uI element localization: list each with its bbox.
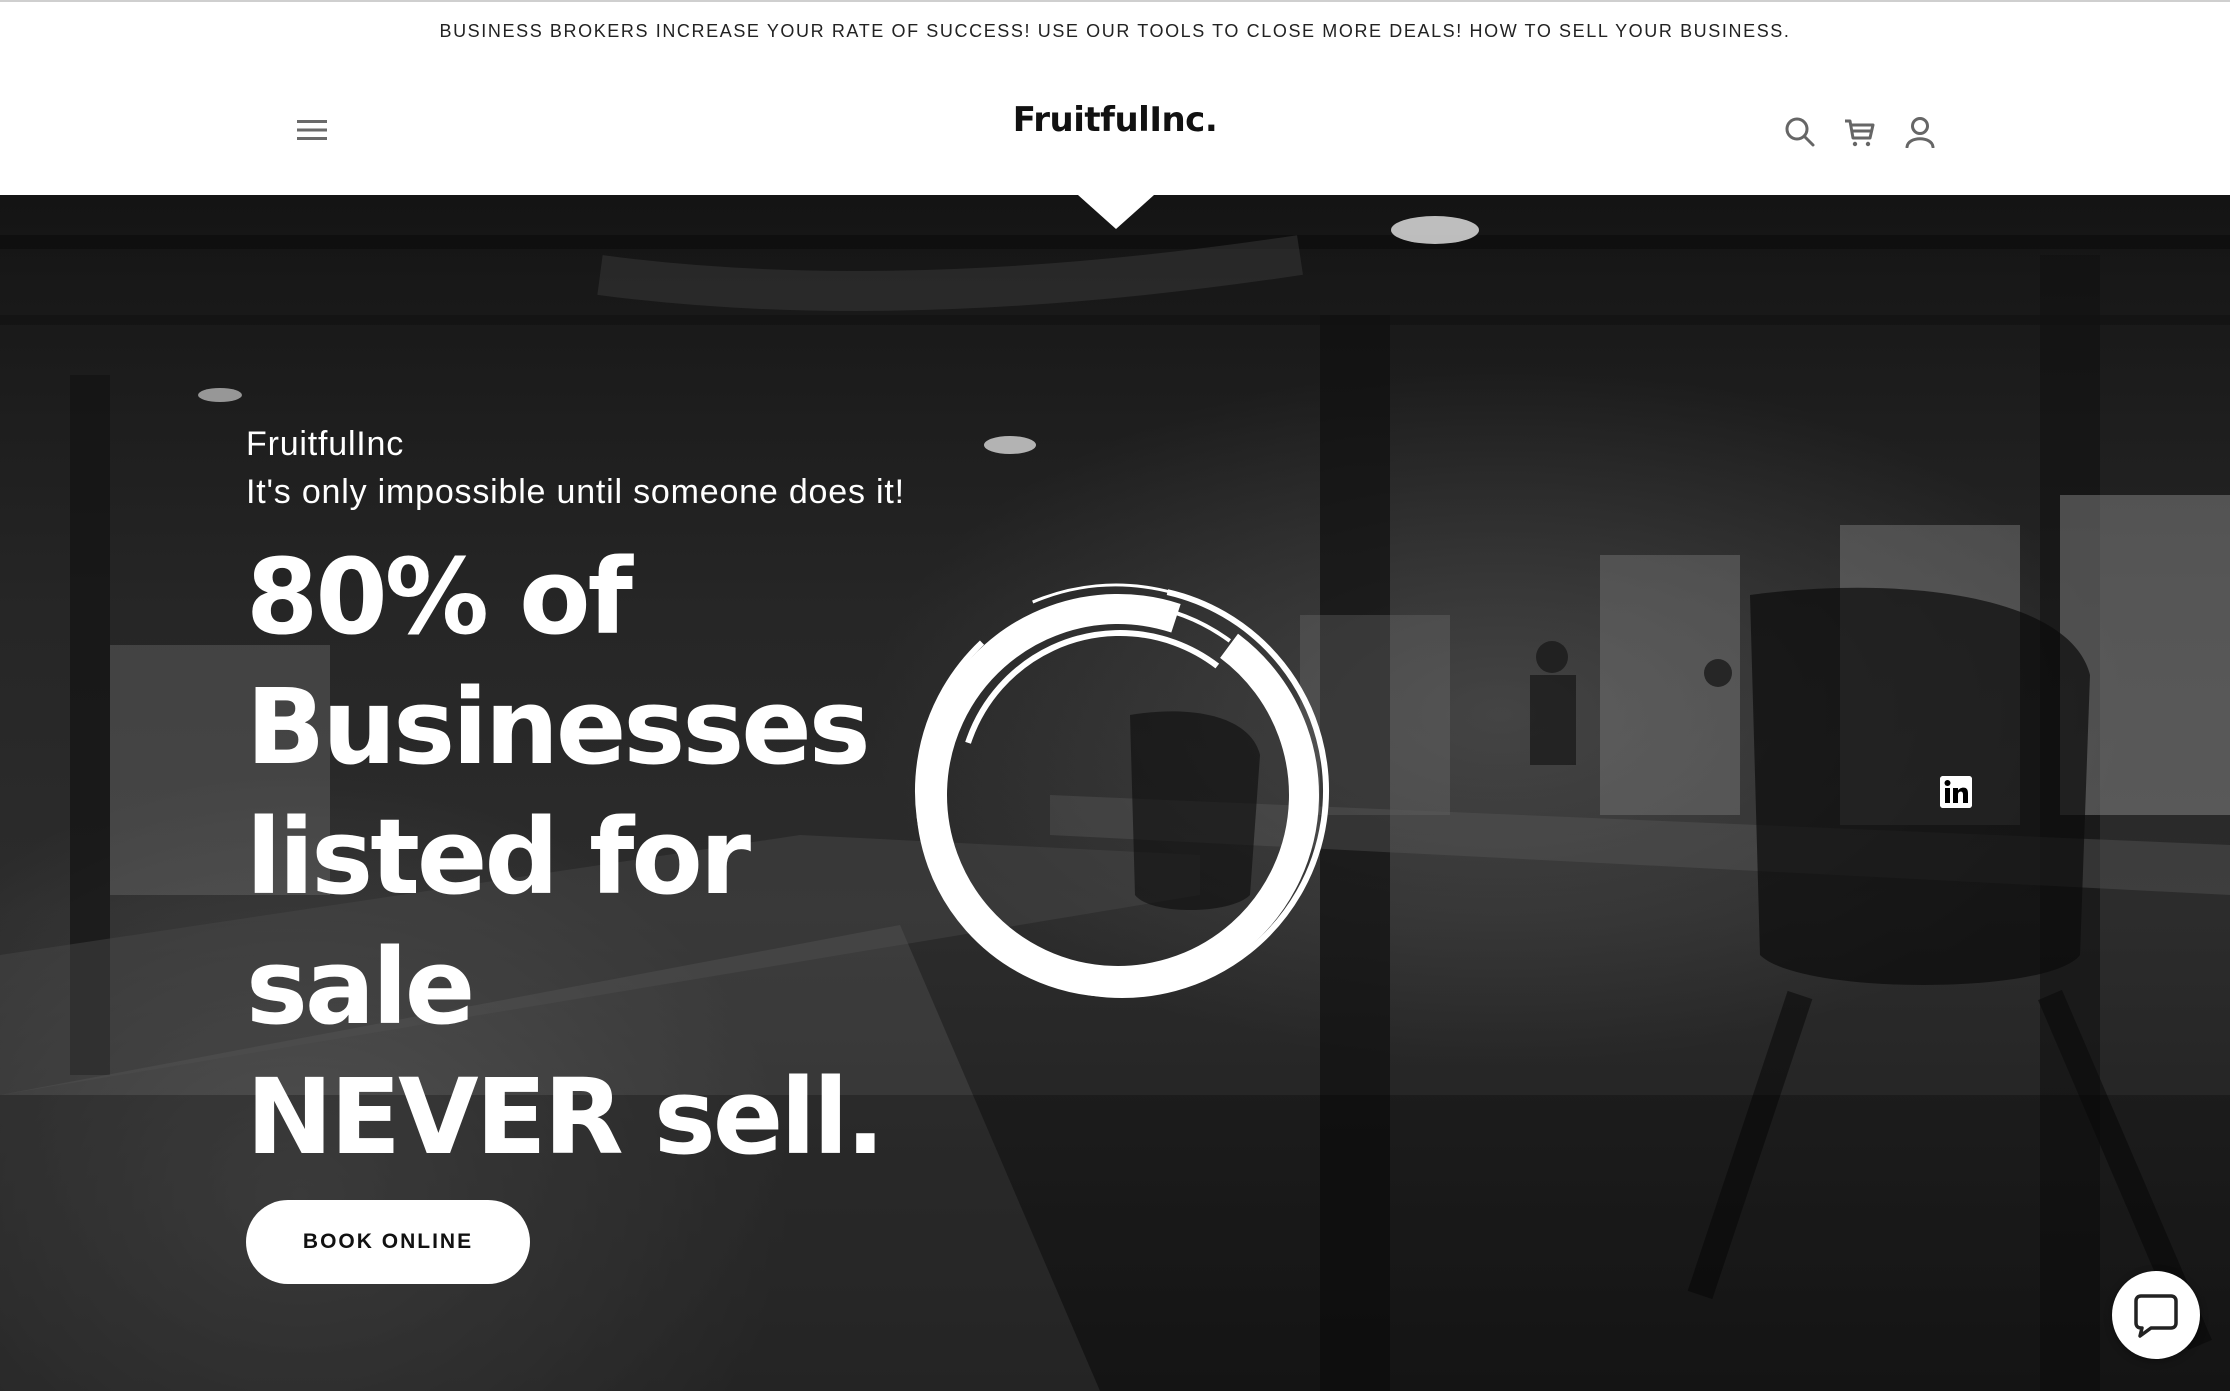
cart-button[interactable] (1837, 110, 1881, 154)
hero-brand: FruitfulInc (246, 425, 405, 463)
announcement-bar: BUSINESS BROKERS INCREASE YOUR RATE OF S… (0, 0, 2230, 60)
headline-line-4: NEVER sell. (246, 1056, 885, 1178)
headline-line-2: Businesses (246, 666, 871, 788)
hero-content: FruitfulInc It's only impossible until s… (246, 420, 966, 1284)
account-icon (1905, 117, 1935, 148)
linkedin-link[interactable] (1940, 776, 1972, 808)
hero-headline: 80% of Businesses listed for sale NEVER … (246, 532, 966, 1182)
linkedin-icon (1940, 776, 1972, 808)
announcement-text: BUSINESS BROKERS INCREASE YOUR RATE OF S… (439, 20, 1791, 41)
search-icon (1785, 117, 1815, 147)
page: BUSINESS BROKERS INCREASE YOUR RATE OF S… (0, 0, 2230, 1391)
headline-line-3: listed for sale (246, 796, 751, 1048)
headline-line-1: 80% of (246, 536, 633, 658)
brush-circle-graphic (902, 583, 1330, 1011)
site-logo[interactable]: FruitfulInc. (0, 100, 2230, 140)
book-online-button[interactable]: BOOK ONLINE (246, 1200, 530, 1284)
hero-section: FruitfulInc It's only impossible until s… (0, 195, 2230, 1391)
chat-button[interactable] (2112, 1271, 2200, 1359)
site-header: FruitfulInc. (0, 60, 2230, 195)
search-button[interactable] (1778, 110, 1822, 154)
hero-tagline: It's only impossible until someone does … (246, 473, 905, 511)
account-button[interactable] (1898, 110, 1942, 154)
cart-icon (1845, 119, 1875, 147)
chat-icon (2134, 1294, 2178, 1338)
header-notch (1078, 195, 1154, 229)
